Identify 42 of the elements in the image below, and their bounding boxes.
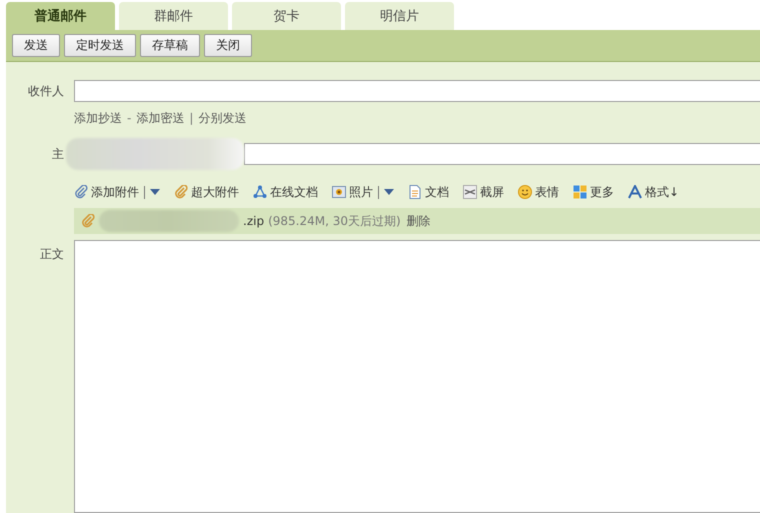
separator-text: |	[189, 111, 194, 125]
text-link[interactable]: 添加抄送	[74, 110, 122, 126]
paperclip-icon	[174, 185, 188, 199]
tab[interactable]: 贺卡	[232, 2, 341, 30]
toolbar-link[interactable]: 截屏	[480, 184, 504, 200]
toolbar-link[interactable]: 格式↓	[645, 184, 680, 200]
text-link[interactable]: 添加密送	[136, 110, 184, 126]
caret-icon[interactable]	[150, 189, 160, 195]
tab[interactable]: 普通邮件	[6, 2, 115, 30]
action-button[interactable]: 存草稿	[140, 34, 200, 57]
tab[interactable]: 群邮件	[119, 2, 228, 30]
toolbar-link[interactable]: 在线文档	[270, 184, 318, 200]
share-icon	[253, 185, 267, 199]
paperclip-icon	[81, 214, 95, 228]
delete-link[interactable]: 删除	[406, 212, 431, 230]
photo-icon	[332, 185, 346, 199]
toolbar-link[interactable]: 更多	[590, 184, 614, 200]
action-button[interactable]: 发送	[12, 34, 60, 57]
action-button[interactable]: 定时发送	[64, 34, 136, 57]
field-label: 正文	[39, 246, 65, 263]
field-label: 收件人	[27, 82, 65, 100]
tab[interactable]: 明信片	[345, 2, 454, 30]
file-name: .zip	[243, 214, 264, 228]
smiley-icon	[518, 185, 532, 199]
subject-field[interactable]	[244, 143, 760, 165]
scissors-icon	[463, 185, 477, 199]
toolbar-link[interactable]: 添加附件	[91, 184, 139, 200]
text-link[interactable]: 分别发送	[198, 110, 246, 126]
document-icon	[408, 185, 422, 199]
field-label: 主	[51, 146, 65, 162]
toolbar-link[interactable]: 超大附件	[191, 184, 239, 200]
grid-icon	[573, 185, 587, 199]
toolbar-link[interactable]: 文档	[425, 184, 449, 200]
recipient-field[interactable]	[74, 80, 760, 102]
separator-text: -	[127, 111, 132, 125]
toolbar-link[interactable]: 照片	[349, 184, 373, 200]
paperclip-icon	[74, 185, 88, 199]
toolbar-link[interactable]: 表情	[535, 184, 559, 200]
action-button[interactable]: 关闭	[204, 34, 252, 57]
caret-icon[interactable]	[384, 189, 394, 195]
font-icon	[628, 185, 642, 199]
file-info: (985.24M, 30天后过期)	[268, 212, 401, 230]
